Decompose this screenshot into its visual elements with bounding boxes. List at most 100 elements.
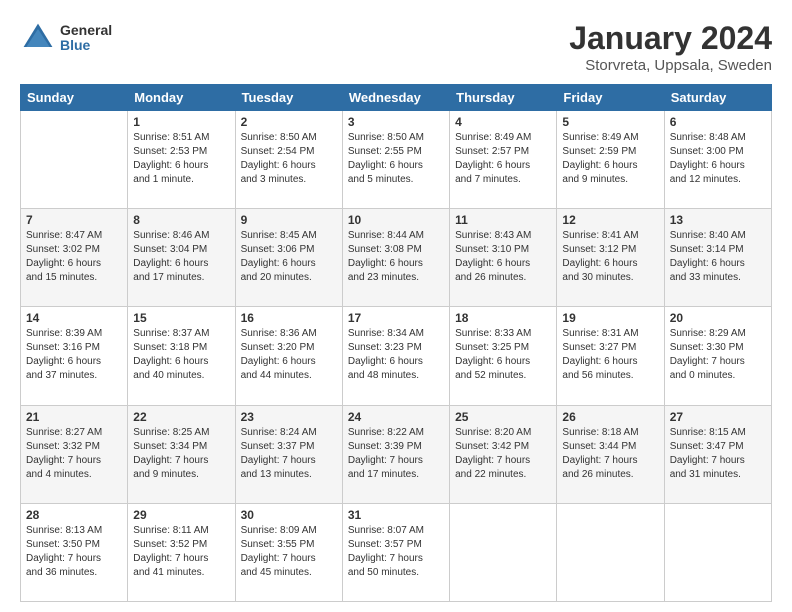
calendar-cell: 23 Sunrise: 8:24 AMSunset: 3:37 PMDayligh… [235, 405, 342, 503]
calendar-cell: 19Sunrise: 8:31 AMSunset: 3:27 PMDayligh… [557, 307, 664, 405]
calendar-cell: 7 Sunrise: 8:47 AMSunset: 3:02 PMDaylight… [21, 209, 128, 307]
cell-info: Sunrise: 8:13 AMSunset: 3:50 PMDaylight:… [26, 524, 122, 580]
cell-info: Sunrise: 8:50 AMSunset: 2:54 PMDaylight:… [241, 131, 337, 187]
sub-title: Storvreta, Uppsala, Sweden [569, 57, 772, 74]
day-header-tuesday: Tuesday [235, 85, 342, 111]
day-number: 12 [562, 213, 658, 227]
cell-info: Sunrise: 8:24 AMSunset: 3:37 PMDaylight:… [241, 426, 337, 482]
calendar-cell: 27 Sunrise: 8:15 AMSunset: 3:47 PMDayligh… [664, 405, 771, 503]
day-number: 15 [133, 311, 229, 325]
cell-info: Sunrise: 8:47 AMSunset: 3:02 PMDaylight:… [26, 229, 122, 285]
calendar-week-row: 28 Sunrise: 8:13 AMSunset: 3:50 PMDayligh… [21, 503, 772, 601]
calendar-table: SundayMondayTuesdayWednesdayThursdayFrid… [20, 84, 772, 602]
day-header-thursday: Thursday [450, 85, 557, 111]
day-number: 28 [26, 508, 122, 522]
day-number: 6 [670, 115, 766, 129]
cell-info: Sunrise: 8:33 AMSunset: 3:25 PMDaylight:… [455, 327, 551, 383]
cell-info: Sunrise: 8:39 AMSunset: 3:16 PMDaylight:… [26, 327, 122, 383]
day-number: 23 [241, 410, 337, 424]
calendar-cell: 5 Sunrise: 8:49 AMSunset: 2:59 PMDaylight… [557, 111, 664, 209]
day-number: 30 [241, 508, 337, 522]
cell-info: Sunrise: 8:49 AMSunset: 2:59 PMDaylight:… [562, 131, 658, 187]
cell-info: Sunrise: 8:48 AMSunset: 3:00 PMDaylight:… [670, 131, 766, 187]
cell-info: Sunrise: 8:34 AMSunset: 3:23 PMDaylight:… [348, 327, 444, 383]
calendar-cell: 14 Sunrise: 8:39 AMSunset: 3:16 PMDayligh… [21, 307, 128, 405]
calendar-cell: 18Sunrise: 8:33 AMSunset: 3:25 PMDayligh… [450, 307, 557, 405]
day-header-wednesday: Wednesday [342, 85, 449, 111]
cell-info: Sunrise: 8:11 AMSunset: 3:52 PMDaylight:… [133, 524, 229, 580]
calendar-cell: 13 Sunrise: 8:40 AMSunset: 3:14 PMDayligh… [664, 209, 771, 307]
cell-info: Sunrise: 8:37 AMSunset: 3:18 PMDaylight:… [133, 327, 229, 383]
day-number: 16 [241, 311, 337, 325]
cell-info: Sunrise: 8:36 AMSunset: 3:20 PMDaylight:… [241, 327, 337, 383]
day-number: 27 [670, 410, 766, 424]
day-number: 7 [26, 213, 122, 227]
calendar-cell: 15 Sunrise: 8:37 AMSunset: 3:18 PMDayligh… [128, 307, 235, 405]
cell-info: Sunrise: 8:40 AMSunset: 3:14 PMDaylight:… [670, 229, 766, 285]
cell-info: Sunrise: 8:45 AMSunset: 3:06 PMDaylight:… [241, 229, 337, 285]
calendar-cell: 21Sunrise: 8:27 AMSunset: 3:32 PMDayligh… [21, 405, 128, 503]
calendar-cell: 20 Sunrise: 8:29 AMSunset: 3:30 PMDayligh… [664, 307, 771, 405]
logo-text: General Blue [60, 23, 112, 54]
day-header-sunday: Sunday [21, 85, 128, 111]
calendar-cell: 25 Sunrise: 8:20 AMSunset: 3:42 PMDayligh… [450, 405, 557, 503]
logo-line2: Blue [60, 38, 112, 53]
day-number: 13 [670, 213, 766, 227]
day-number: 1 [133, 115, 229, 129]
logo-icon [20, 20, 56, 56]
calendar-week-row: 1 Sunrise: 8:51 AMSunset: 2:53 PMDaylight… [21, 111, 772, 209]
day-number: 26 [562, 410, 658, 424]
cell-info: Sunrise: 8:15 AMSunset: 3:47 PMDaylight:… [670, 426, 766, 482]
calendar-cell [21, 111, 128, 209]
day-number: 11 [455, 213, 551, 227]
calendar-cell: 16 Sunrise: 8:36 AMSunset: 3:20 PMDayligh… [235, 307, 342, 405]
title-block: January 2024 Storvreta, Uppsala, Sweden [569, 20, 772, 74]
day-number: 8 [133, 213, 229, 227]
day-number: 14 [26, 311, 122, 325]
cell-info: Sunrise: 8:27 AMSunset: 3:32 PMDaylight:… [26, 426, 122, 482]
calendar-cell: 17 Sunrise: 8:34 AMSunset: 3:23 PMDayligh… [342, 307, 449, 405]
day-number: 5 [562, 115, 658, 129]
calendar-cell: 11 Sunrise: 8:43 AMSunset: 3:10 PMDayligh… [450, 209, 557, 307]
logo-line1: General [60, 23, 112, 38]
day-number: 25 [455, 410, 551, 424]
cell-info: Sunrise: 8:49 AMSunset: 2:57 PMDaylight:… [455, 131, 551, 187]
calendar-cell: 12 Sunrise: 8:41 AMSunset: 3:12 PMDayligh… [557, 209, 664, 307]
cell-info: Sunrise: 8:29 AMSunset: 3:30 PMDaylight:… [670, 327, 766, 383]
calendar-cell: 3Sunrise: 8:50 AMSunset: 2:55 PMDaylight… [342, 111, 449, 209]
day-number: 17 [348, 311, 444, 325]
calendar-cell [557, 503, 664, 601]
calendar-cell: 6 Sunrise: 8:48 AMSunset: 3:00 PMDaylight… [664, 111, 771, 209]
main-title: January 2024 [569, 20, 772, 57]
calendar-cell: 26 Sunrise: 8:18 AMSunset: 3:44 PMDayligh… [557, 405, 664, 503]
cell-info: Sunrise: 8:43 AMSunset: 3:10 PMDaylight:… [455, 229, 551, 285]
calendar-cell: 1 Sunrise: 8:51 AMSunset: 2:53 PMDaylight… [128, 111, 235, 209]
day-number: 20 [670, 311, 766, 325]
cell-info: Sunrise: 8:07 AMSunset: 3:57 PMDaylight:… [348, 524, 444, 580]
cell-info: Sunrise: 8:20 AMSunset: 3:42 PMDaylight:… [455, 426, 551, 482]
day-header-monday: Monday [128, 85, 235, 111]
calendar-week-row: 21Sunrise: 8:27 AMSunset: 3:32 PMDayligh… [21, 405, 772, 503]
day-header-friday: Friday [557, 85, 664, 111]
calendar-cell [664, 503, 771, 601]
day-number: 4 [455, 115, 551, 129]
day-header-saturday: Saturday [664, 85, 771, 111]
cell-info: Sunrise: 8:18 AMSunset: 3:44 PMDaylight:… [562, 426, 658, 482]
calendar-week-row: 14 Sunrise: 8:39 AMSunset: 3:16 PMDayligh… [21, 307, 772, 405]
cell-info: Sunrise: 8:46 AMSunset: 3:04 PMDaylight:… [133, 229, 229, 285]
calendar-cell: 28 Sunrise: 8:13 AMSunset: 3:50 PMDayligh… [21, 503, 128, 601]
calendar-week-row: 7 Sunrise: 8:47 AMSunset: 3:02 PMDaylight… [21, 209, 772, 307]
page: General Blue January 2024 Storvreta, Upp… [0, 0, 792, 612]
day-number: 31 [348, 508, 444, 522]
cell-info: Sunrise: 8:22 AMSunset: 3:39 PMDaylight:… [348, 426, 444, 482]
calendar-cell: 31 Sunrise: 8:07 AMSunset: 3:57 PMDayligh… [342, 503, 449, 601]
cell-info: Sunrise: 8:51 AMSunset: 2:53 PMDaylight:… [133, 131, 229, 187]
cell-info: Sunrise: 8:41 AMSunset: 3:12 PMDaylight:… [562, 229, 658, 285]
calendar-cell: 24Sunrise: 8:22 AMSunset: 3:39 PMDayligh… [342, 405, 449, 503]
day-number: 3 [348, 115, 444, 129]
day-number: 22 [133, 410, 229, 424]
calendar-cell [450, 503, 557, 601]
cell-info: Sunrise: 8:31 AMSunset: 3:27 PMDaylight:… [562, 327, 658, 383]
calendar-cell: 2Sunrise: 8:50 AMSunset: 2:54 PMDaylight… [235, 111, 342, 209]
calendar-cell: 4 Sunrise: 8:49 AMSunset: 2:57 PMDaylight… [450, 111, 557, 209]
